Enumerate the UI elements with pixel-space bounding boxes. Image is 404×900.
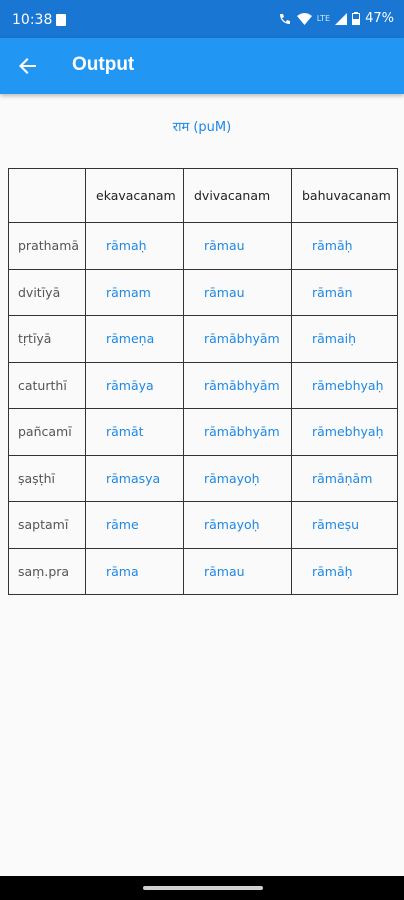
arrow-back-icon [19,58,36,74]
case-label: dvitīyā [8,268,86,316]
form-cell[interactable]: rāma [85,547,184,595]
form-cell[interactable]: rāmasya [85,454,184,502]
app-bar: Output [0,38,404,94]
case-label: tṛtīyā [8,315,86,363]
table-row: pañcamī rāmāt rāmābhyām rāmebhyaḥ [8,408,398,456]
form-cell[interactable]: rāmaḥ [85,222,184,270]
status-icons: LTE 47% [278,11,394,26]
form-cell[interactable]: rāmaiḥ [291,315,398,363]
sim-card-icon [56,14,66,26]
table-row: saptamī rāme rāmayoḥ rāmeṣu [8,501,398,549]
header-empty-cell [8,168,86,223]
battery-percent: 47% [365,11,394,26]
header-bahuvacanam: bahuvacanam [291,168,398,223]
form-cell[interactable]: rāmāṇām [291,454,398,502]
table-row: tṛtīyā rāmeṇa rāmābhyām rāmaiḥ [8,315,398,363]
form-cell[interactable]: rāmābhyām [183,315,292,363]
table-row: caturthī rāmāya rāmābhyām rāmebhyaḥ [8,361,398,409]
table-row: saṃ.pra rāma rāmau rāmāḥ [8,547,398,595]
home-gesture-handle[interactable] [143,886,263,890]
form-cell[interactable]: rāmābhyām [183,361,292,409]
case-label: prathamā [8,222,86,270]
form-cell[interactable]: rāmayoḥ [183,501,292,549]
header-dvivacanam: dvivacanam [183,168,292,223]
form-cell[interactable]: rāmau [183,268,292,316]
form-cell[interactable]: rāmau [183,547,292,595]
case-label: caturthī [8,361,86,409]
case-label: ṣaṣṭhī [8,454,86,502]
form-cell[interactable]: rāmebhyaḥ [291,361,398,409]
page-title: Output [72,54,135,75]
form-cell[interactable]: rāme [85,501,184,549]
form-cell[interactable]: rāmāḥ [291,222,398,270]
form-cell[interactable]: rāmayoḥ [183,454,292,502]
battery-icon [352,12,361,25]
system-navigation-bar [0,876,404,900]
form-cell[interactable]: rāmam [85,268,184,316]
form-cell[interactable]: rāmāya [85,361,184,409]
form-cell[interactable]: rāmān [291,268,398,316]
signal-icon [335,12,348,25]
form-cell[interactable]: rāmebhyaḥ [291,408,398,456]
form-cell[interactable]: rāmeṇa [85,315,184,363]
status-time: 10:38 [12,12,53,28]
wifi-icon [296,13,312,25]
status-bar: 10:38 LTE 47% [0,0,404,38]
form-cell[interactable]: rāmeṣu [291,501,398,549]
table-row: prathamā rāmaḥ rāmau rāmāḥ [8,222,398,270]
form-cell[interactable]: rāmāt [85,408,184,456]
wifi-calling-icon [279,13,290,24]
word-heading: राम (puM) [172,120,232,135]
table-row: ṣaṣṭhī rāmasya rāmayoḥ rāmāṇām [8,454,398,502]
form-cell[interactable]: rāmāḥ [291,547,398,595]
case-label: saṃ.pra [8,547,86,595]
table-header-row: ekavacanam dvivacanam bahuvacanam [8,168,398,223]
form-cell[interactable]: rāmābhyām [183,408,292,456]
case-label: saptamī [8,501,86,549]
back-button[interactable] [12,50,44,82]
header-ekavacanam: ekavacanam [85,168,184,223]
case-label: pañcamī [8,408,86,456]
table-row: dvitīyā rāmam rāmau rāmān [8,268,398,316]
declension-table: ekavacanam dvivacanam bahuvacanam pratha… [8,168,398,595]
form-cell[interactable]: rāmau [183,222,292,270]
network-type-label: LTE [316,14,331,23]
